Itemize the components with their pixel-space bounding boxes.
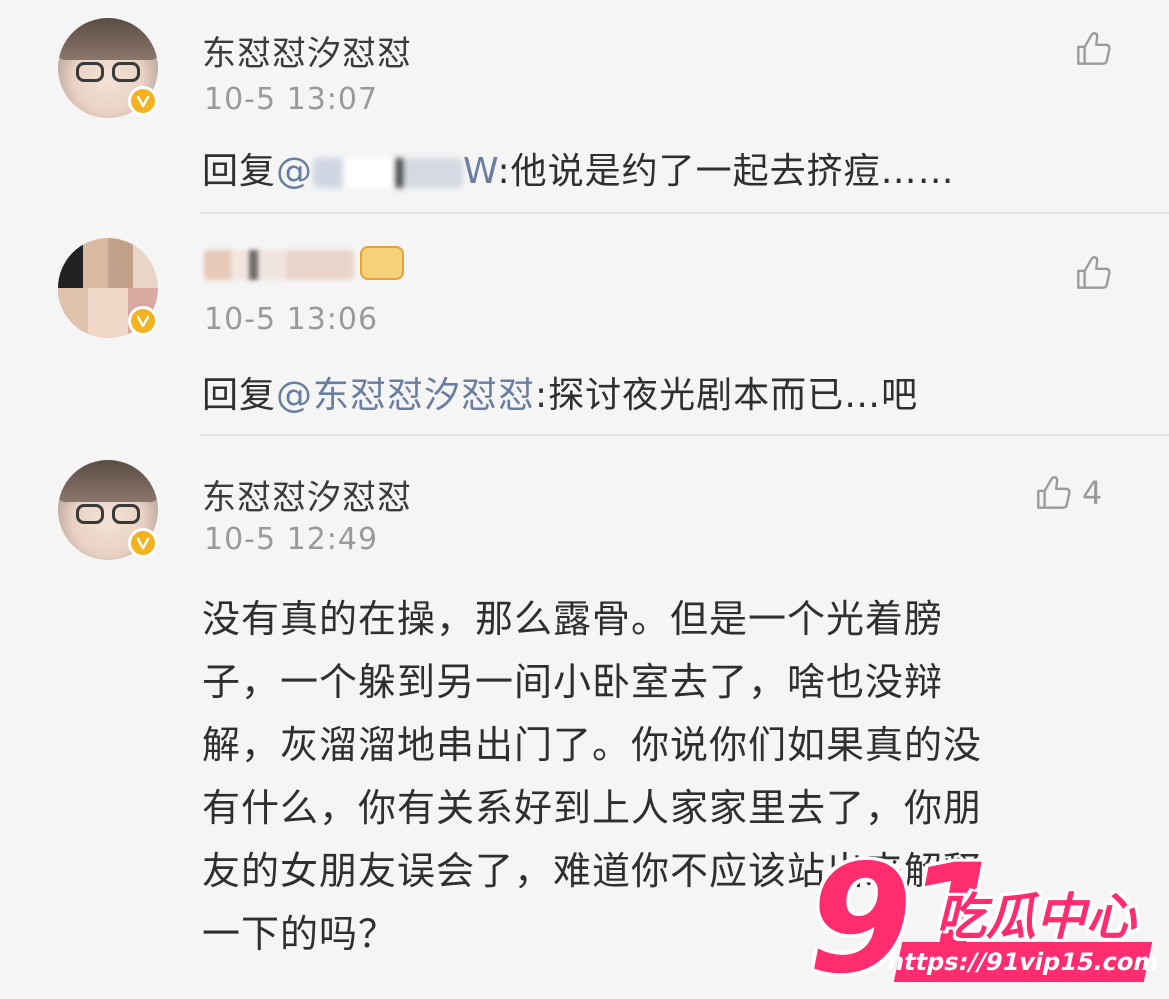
timestamp: 10-5 12:49 [204,522,379,557]
like-count: 4 [1082,474,1103,512]
thumbs-up-icon [1037,476,1071,509]
comment-item: 东怼怼汐怼怼 10-5 13:07 回复@ W:他说是约了一起去挤痘…… [0,0,1169,212]
avatar[interactable] [58,238,158,338]
comment-line: 子，一个躲到另一间小卧室去了，啥也没辩 [202,660,944,704]
comment-line: 有什么，你有关系好到上人家家里去了，你朋 [202,786,983,830]
member-badge-icon [360,246,404,280]
divider [200,212,1169,214]
comment-text: 回复@ W:他说是约了一起去挤痘…… [202,142,955,194]
avatar[interactable] [58,18,158,118]
mention-link[interactable]: @ W [276,151,498,192]
verified-badge-icon [128,86,158,116]
reply-prefix: 回复 [202,375,277,416]
like-button[interactable]: 4 [1032,472,1102,514]
like-button[interactable] [1072,252,1114,294]
thumbs-up-icon [1077,256,1111,289]
redacted-name [313,158,464,188]
timestamp: 10-5 13:07 [204,82,379,117]
mention-link[interactable]: @东怼怼汐怼怼 [276,375,535,416]
comment-line: 解，灰溜溜地串出门了。你说你们如果真的没 [202,723,983,767]
reply-prefix: 回复 [202,151,277,192]
watermark-logo: 91 吃瓜中心 https://91vip15.com [808,845,1162,995]
username[interactable]: 东怼怼汐怼怼 [202,26,412,75]
reply-text: :探讨夜光剧本而已…吧 [535,375,919,416]
comment-text: 回复@东怼怼汐怼怼:探讨夜光剧本而已…吧 [202,366,918,418]
verified-badge-icon [128,306,158,336]
username[interactable] [204,250,354,280]
like-button[interactable] [1072,28,1114,70]
comment-line: 没有真的在操，那么露骨。但是一个光着膀 [202,597,944,641]
comment-item: 10-5 13:06 回复@东怼怼汐怼怼:探讨夜光剧本而已…吧 [0,218,1169,434]
username[interactable]: 东怼怼汐怼怼 [202,470,412,519]
avatar[interactable] [58,460,158,560]
watermark-title: 吃瓜中心 [936,888,1136,946]
verified-badge-icon [128,528,158,558]
divider [200,434,1169,436]
reply-text: :他说是约了一起去挤痘…… [497,151,955,192]
watermark-url: https://91vip15.com [884,942,1162,982]
comment-feed: 东怼怼汐怼怼 10-5 13:07 回复@ W:他说是约了一起去挤痘…… 10-5… [0,0,1169,999]
thumbs-up-icon [1077,32,1111,65]
timestamp: 10-5 13:06 [204,302,379,337]
